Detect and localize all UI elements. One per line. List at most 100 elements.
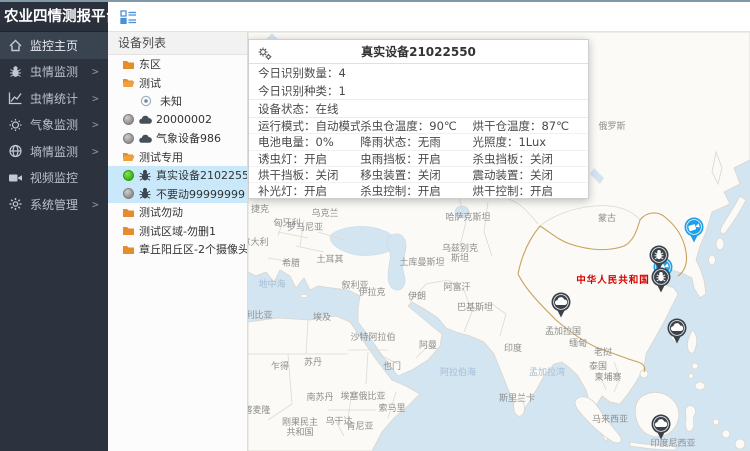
- map-marker-cloud[interactable]: [650, 413, 672, 441]
- sidebar-item-系统管理[interactable]: 系统管理>: [0, 191, 108, 218]
- map-area: 俄罗斯蒙古中华人民共和国哈萨克斯坦乌兹别克 斯坦土库曼斯坦阿富汗伊朗巴基斯坦印度…: [248, 32, 750, 451]
- tree-item-气象设备986[interactable]: 气象设备986: [108, 129, 247, 148]
- app-title: 农业四情测报平台: [0, 0, 108, 32]
- tree-item-真实设备21022550[interactable]: 真实设备21022550: [108, 166, 247, 185]
- tree-item-测试区域-勿删1[interactable]: 测试区域-勿删1: [108, 222, 247, 241]
- popup-field: 补光灯：开启: [258, 183, 360, 199]
- sidebar-item-label: 系统管理: [30, 196, 92, 213]
- cogs-icon[interactable]: [258, 45, 272, 64]
- popup-field: 诱虫灯：开启: [258, 151, 360, 166]
- popup-grid: 运行模式：自动模式杀虫仓温度：90℃烘干仓温度：87℃电池电量：0%降雨状态：无…: [249, 118, 588, 199]
- bug-device-icon: [138, 169, 152, 182]
- popup-grid-row: 诱虫灯：开启虫雨挡板：开启杀虫挡板：关闭: [249, 151, 588, 167]
- tree-item-不要动99999999[interactable]: 不要动99999999: [108, 185, 247, 204]
- sidebar-item-label: 监控主页: [30, 37, 92, 54]
- tree-item-label: 测试专用: [139, 149, 183, 165]
- window-top-edge: [0, 0, 750, 2]
- tree-item-label: 章丘阳丘区-2个摄像头: [139, 241, 247, 257]
- folder-open-icon: [122, 77, 135, 88]
- tree-item-label: 真实设备21022550: [156, 167, 247, 183]
- sidebar-item-气象监测[interactable]: 气象监测>: [0, 112, 108, 139]
- map-marker-camera[interactable]: [683, 216, 705, 244]
- sidebar-item-label: 虫情统计: [30, 90, 92, 107]
- sidebar-item-监控主页[interactable]: 监控主页: [0, 32, 108, 59]
- weather-icon: [0, 118, 30, 132]
- popup-grid-row: 烘干挡板：关闭移虫装置：关闭震动装置：关闭: [249, 167, 588, 183]
- tree-item-label: 不要动99999999: [156, 186, 245, 202]
- sidebar-item-label: 视频监控: [30, 169, 92, 186]
- sidebar-item-label: 墒情监测: [30, 143, 92, 160]
- sidebar-item-label: 虫情监测: [30, 63, 92, 80]
- popup-field: 移虫装置：关闭: [360, 167, 472, 182]
- chevron-right-icon: >: [92, 92, 108, 105]
- tree-item-label: 东区: [139, 56, 161, 72]
- tree-item-20000002[interactable]: 20000002: [108, 111, 247, 130]
- tree-item-label: 未知: [160, 93, 182, 109]
- popup-field: 电池电量：0%: [258, 134, 360, 149]
- device-list-header: 设备列表: [108, 32, 247, 55]
- sidebar-menu: 监控主页虫情监测>虫情统计>气象监测>墒情监测>视频监控系统管理>: [0, 32, 108, 218]
- device-detail-popup: 真实设备21022550 今日识别数量：4 今日识别种类：1 设备状态：在线 运…: [248, 39, 589, 199]
- sidebar-item-虫情统计[interactable]: 虫情统计>: [0, 85, 108, 112]
- app-window: 农业四情测报平台 监控主页虫情监测>虫情统计>气象监测>墒情监测>视频监控系统管…: [0, 0, 750, 451]
- status-dot-offline: [123, 114, 134, 125]
- popup-field: 降雨状态：无雨: [360, 134, 472, 149]
- tree-item-未知[interactable]: 未知: [108, 92, 247, 111]
- tree-item-label: 测试: [139, 75, 161, 91]
- popup-field: 烘干仓温度：87℃: [472, 118, 588, 133]
- tree-item-东区[interactable]: 东区: [108, 55, 247, 74]
- folder-open-icon: [122, 151, 135, 162]
- device-tree: 东区测试未知 20000002 气象设备986 测试专用真实设备21022550 不要动…: [108, 55, 247, 259]
- popup-field: 运行模式：自动模式: [258, 118, 360, 133]
- gear-icon: [0, 197, 30, 211]
- tree-item-章丘阳丘区-2个摄像头[interactable]: 章丘阳丘区-2个摄像头: [108, 240, 247, 259]
- popup-field: 烘干控制：开启: [472, 183, 588, 199]
- chevron-right-icon: >: [92, 198, 108, 211]
- popup-field: 光照度：1Lux: [472, 134, 588, 149]
- tree-item-label: 20000002: [156, 113, 212, 126]
- chart-icon: [0, 91, 30, 105]
- popup-title: 真实设备21022550: [249, 43, 588, 60]
- map-marker-cloud[interactable]: [550, 291, 572, 319]
- radio-icon: [140, 95, 152, 107]
- device-list-panel: 设备列表 东区测试未知 20000002 气象设备986 测试专用真实设备210225…: [108, 32, 248, 451]
- tree-item-label: 气象设备986: [156, 130, 221, 146]
- sidebar: 农业四情测报平台 监控主页虫情监测>虫情统计>气象监测>墒情监测>视频监控系统管…: [0, 0, 108, 451]
- folder-icon: [122, 225, 135, 236]
- tree-item-测试专用[interactable]: 测试专用: [108, 148, 247, 167]
- tree-item-测试[interactable]: 测试: [108, 74, 247, 93]
- sidebar-item-虫情监测[interactable]: 虫情监测>: [0, 59, 108, 86]
- globe-icon: [0, 144, 30, 158]
- sidebar-item-墒情监测[interactable]: 墒情监测>: [0, 138, 108, 165]
- folder-icon: [122, 244, 135, 255]
- chevron-right-icon: >: [92, 118, 108, 131]
- bug-icon: [0, 65, 30, 79]
- popup-grid-row: 电池电量：0%降雨状态：无雨光照度：1Lux: [249, 134, 588, 150]
- map-marker-bug[interactable]: [650, 266, 672, 294]
- popup-grid-row: 补光灯：开启杀虫控制：开启烘干控制：开启: [249, 183, 588, 199]
- status-dot-offline: [123, 133, 134, 144]
- sidebar-item-label: 气象监测: [30, 116, 92, 133]
- chevron-right-icon: >: [92, 65, 108, 78]
- folder-icon: [122, 207, 135, 218]
- popup-grid-row: 运行模式：自动模式杀虫仓温度：90℃烘干仓温度：87℃: [249, 118, 588, 134]
- popup-field: 杀虫控制：开启: [360, 183, 472, 199]
- cloud-device-icon: [138, 133, 152, 144]
- map-marker-cloud[interactable]: [666, 317, 688, 345]
- tree-item-label: 测试区域-勿删1: [139, 223, 216, 239]
- topbar: [108, 2, 750, 32]
- popup-field: 杀虫仓温度：90℃: [360, 118, 472, 133]
- popup-stat-kinds: 今日识别种类：1: [249, 82, 588, 100]
- layout-list-icon[interactable]: [120, 10, 137, 24]
- popup-stat-count: 今日识别数量：4: [249, 64, 588, 82]
- popup-field: 震动装置：关闭: [472, 167, 588, 182]
- folder-icon: [122, 59, 135, 70]
- sidebar-item-视频监控[interactable]: 视频监控: [0, 165, 108, 192]
- home-icon: [0, 38, 30, 52]
- popup-device-status: 设备状态：在线: [249, 100, 588, 118]
- popup-field: 虫雨挡板：开启: [360, 151, 472, 166]
- cloud-device-icon: [138, 114, 152, 125]
- tree-item-测试勿动[interactable]: 测试勿动: [108, 203, 247, 222]
- bug-device-icon: [138, 187, 152, 200]
- status-dot-offline: [123, 188, 134, 199]
